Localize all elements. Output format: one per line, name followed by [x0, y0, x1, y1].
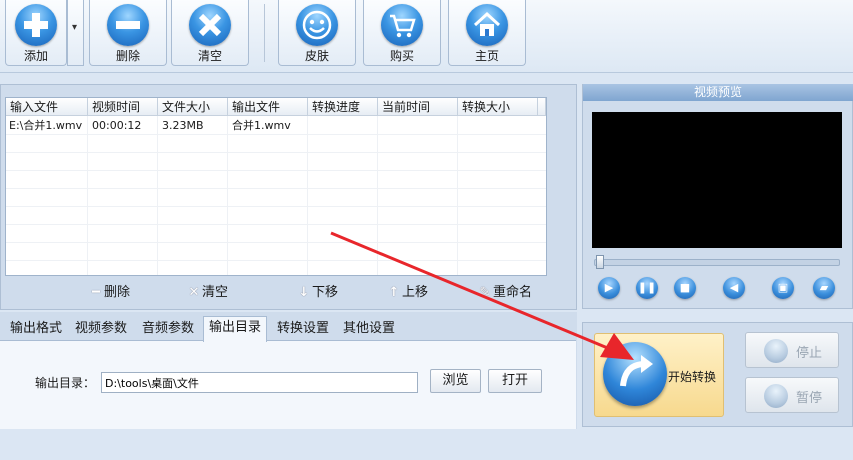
annotation-arrow [330, 231, 634, 360]
